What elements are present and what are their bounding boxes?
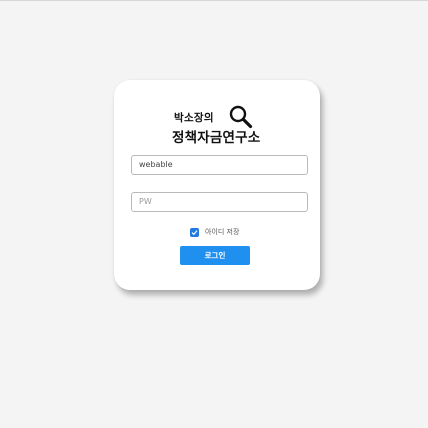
password-input[interactable] [131, 192, 308, 212]
id-input[interactable] [131, 155, 308, 175]
brand-logo: 박소장의 정책자금연구소 [172, 104, 268, 146]
login-card: 박소장의 정책자금연구소 아이디 저장 로그인 [114, 80, 320, 290]
save-id-checkbox[interactable] [190, 227, 199, 237]
save-id-label: 아이디 저장 [205, 228, 240, 236]
magnifier-icon [228, 104, 254, 130]
logo-line1: 박소장의 [174, 112, 214, 124]
save-id-row[interactable]: 아이디 저장 [190, 226, 239, 238]
top-border [0, 0, 428, 1]
login-button[interactable]: 로그인 [180, 246, 250, 265]
